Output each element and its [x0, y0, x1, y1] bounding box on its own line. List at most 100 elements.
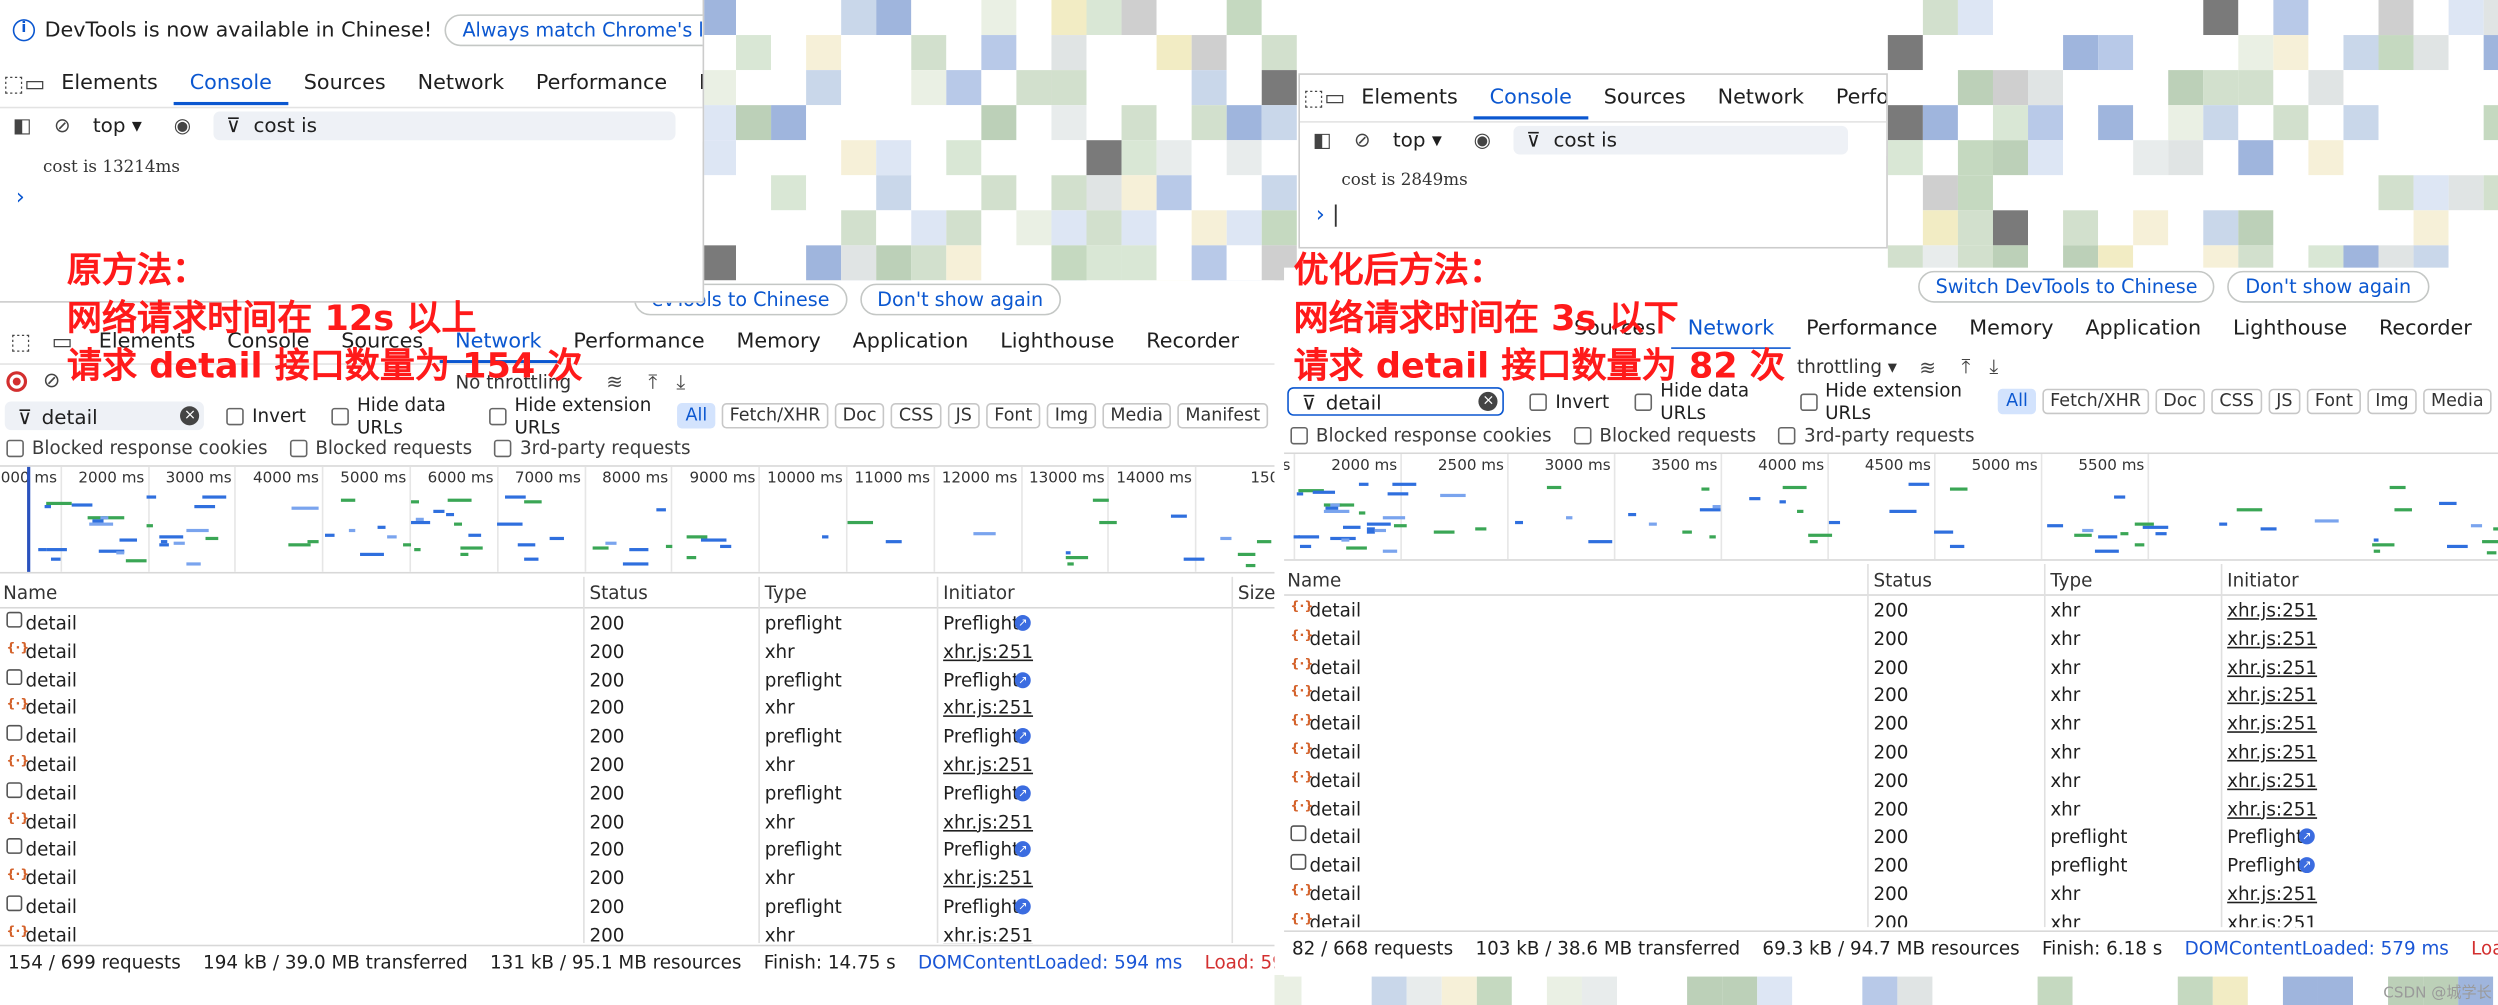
upload-icon[interactable]: ⤒ — [1961, 354, 1970, 379]
left-net-tab-application[interactable]: Application — [837, 322, 985, 363]
table-row[interactable]: {·} detail 200 xhr xhr.js:251 — [1284, 738, 2498, 767]
right-net-tab-application[interactable]: Application — [2069, 309, 2217, 350]
clear-filter-icon[interactable]: × — [180, 406, 200, 426]
type-filter-doc[interactable]: Doc — [834, 403, 885, 429]
left-console-tab-console[interactable]: Console — [173, 64, 288, 106]
column-header-size[interactable]: Size — [1238, 581, 1275, 603]
type-filter-doc[interactable]: Doc — [2155, 388, 2206, 415]
request-initiator[interactable]: xhr.js:251 — [943, 754, 1033, 776]
table-row[interactable]: {·} detail 200 xhr xhr.js:251 — [1284, 653, 2498, 682]
left-net-tab-lighthouse[interactable]: Lighthouse — [984, 322, 1130, 363]
table-row[interactable]: detail 200 preflight Preflight ↗ — [1284, 851, 2498, 880]
request-name[interactable]: detail — [1310, 769, 1362, 791]
table-row[interactable]: {·} detail 200 xhr xhr.js:251 — [1284, 794, 2498, 823]
download-icon[interactable]: ⤓ — [676, 369, 685, 394]
blocked-checkbox-0[interactable] — [6, 438, 24, 457]
left-console-tab-elements[interactable]: Elements — [45, 64, 173, 105]
table-row[interactable]: {·} detail 200 xhr xhr.js:251 — [1284, 879, 2498, 908]
sidebar-toggle-icon[interactable]: ◧ — [1313, 127, 1332, 151]
invert-checkbox[interactable] — [1529, 392, 1548, 411]
request-name[interactable]: detail — [25, 725, 77, 747]
table-row[interactable]: {·} detail 200 xhr xhr.js:251 — [0, 694, 1274, 723]
request-name[interactable]: detail — [25, 867, 77, 889]
request-initiator[interactable]: xhr.js:251 — [2227, 712, 2317, 734]
request-name[interactable]: detail — [1310, 599, 1362, 621]
request-name[interactable]: detail — [1310, 798, 1362, 820]
eye-icon[interactable]: ◉ — [174, 113, 191, 137]
context-select[interactable]: top ▾ — [93, 113, 142, 137]
inspect-icon[interactable]: ⬚ — [0, 322, 41, 363]
request-name[interactable]: detail — [25, 782, 77, 804]
right-dont-show-button[interactable]: Don't show again — [2227, 270, 2429, 303]
record-icon[interactable] — [6, 371, 28, 392]
right-console-tab-network[interactable]: Network — [1702, 78, 1820, 119]
left-console-tab-sources[interactable]: Sources — [288, 64, 402, 105]
table-row[interactable]: {·} detail 200 xhr xhr.js:251 — [0, 637, 1274, 666]
column-header-status[interactable]: Status — [1873, 569, 1931, 591]
table-row[interactable]: detail 200 preflight Preflight ↗ — [0, 609, 1274, 638]
throttling-select[interactable]: throttling ▾ — [1797, 355, 1897, 377]
request-initiator[interactable]: xhr.js:251 — [2227, 798, 2317, 820]
request-initiator[interactable]: xhr.js:251 — [943, 810, 1033, 832]
type-filter-js[interactable]: JS — [2268, 388, 2301, 415]
device-toggle-icon[interactable]: ▭ — [24, 64, 45, 105]
right-net-tab-memory[interactable]: Memory — [1953, 309, 2069, 350]
type-filter-media[interactable]: Media — [1102, 403, 1172, 429]
table-row[interactable]: {·} detail 200 xhr xhr.js:251 — [0, 920, 1274, 943]
request-name[interactable]: detail — [25, 924, 77, 943]
type-filter-js[interactable]: JS — [947, 403, 980, 429]
table-row[interactable]: detail 200 preflight Preflight ↗ — [0, 665, 1274, 694]
blocked-checkbox-0[interactable] — [1290, 426, 1308, 444]
request-initiator[interactable]: xhr.js:251 — [2227, 883, 2317, 905]
device-toggle-icon[interactable]: ▭ — [1324, 78, 1345, 119]
table-row[interactable]: detail 200 preflight Preflight ↗ — [0, 779, 1274, 808]
invert-checkbox[interactable] — [226, 407, 245, 425]
column-header-type[interactable]: Type — [765, 581, 807, 603]
preflight-link-icon[interactable]: ↗ — [1014, 898, 1031, 915]
request-initiator[interactable]: xhr.js:251 — [2227, 769, 2317, 791]
wifi-icon[interactable]: ≋ — [606, 370, 623, 394]
request-initiator[interactable]: xhr.js:251 — [2227, 741, 2317, 763]
request-initiator[interactable]: xhr.js:251 — [943, 697, 1033, 719]
request-name[interactable]: detail — [1310, 741, 1362, 763]
blocked-checkbox-2[interactable] — [1778, 426, 1797, 444]
type-filter-all[interactable]: All — [1998, 388, 2036, 415]
clear-filter-icon[interactable]: × — [1478, 391, 1498, 412]
table-row[interactable]: {·} detail 200 xhr xhr.js:251 — [1284, 908, 2498, 927]
request-name[interactable]: detail — [1310, 627, 1362, 649]
preflight-link-icon[interactable]: ↗ — [1014, 728, 1031, 745]
request-initiator[interactable]: xhr.js:251 — [943, 924, 1033, 943]
clear-console-icon[interactable]: ⊘ — [54, 113, 71, 137]
left-dont-show-button[interactable]: Don't show again — [859, 283, 1061, 316]
type-filter-all[interactable]: All — [677, 403, 716, 429]
table-row[interactable]: detail 200 preflight Preflight ↗ — [0, 835, 1274, 864]
blocked-checkbox-1[interactable] — [289, 438, 308, 457]
request-name[interactable]: detail — [25, 640, 77, 662]
left-net-tab-memory[interactable]: Memory — [721, 322, 837, 363]
blocked-checkbox-2[interactable] — [494, 438, 512, 457]
column-header-name[interactable]: Name — [1287, 569, 1341, 591]
type-filter-fetchxhr[interactable]: Fetch/XHR — [721, 403, 829, 429]
hide-data-checkbox[interactable] — [331, 407, 349, 425]
right-console-tab-sources[interactable]: Sources — [1588, 78, 1702, 119]
console-prompt[interactable]: › — [16, 185, 25, 210]
request-name[interactable]: detail — [1310, 911, 1362, 927]
preflight-link-icon[interactable]: ↗ — [1014, 841, 1031, 858]
left-console-tab-m[interactable]: M — [683, 64, 703, 105]
table-row[interactable]: detail 200 preflight Preflight ↗ — [0, 722, 1274, 751]
request-initiator[interactable]: xhr.js:251 — [943, 640, 1033, 662]
right-console-tab-perfo[interactable]: Perfo — [1820, 78, 1886, 119]
table-row[interactable]: {·} detail 200 xhr xhr.js:251 — [1284, 681, 2498, 710]
type-filter-img[interactable]: Img — [1046, 403, 1097, 429]
column-header-type[interactable]: Type — [2050, 569, 2092, 591]
table-row[interactable]: {·} detail 200 xhr xhr.js:251 — [1284, 709, 2498, 738]
request-name[interactable]: detail — [25, 810, 77, 832]
switch-devtools-button[interactable]: Switch DevTools to Chinese — [1918, 270, 2216, 303]
right-net-tab-performance[interactable]: Performance — [1790, 309, 1953, 350]
match-language-button[interactable]: Always match Chrome's language — [444, 14, 703, 47]
hide-ext-checkbox[interactable] — [1799, 392, 1818, 411]
preflight-link-icon[interactable]: ↗ — [1014, 671, 1031, 688]
request-initiator[interactable]: xhr.js:251 — [2227, 684, 2317, 706]
preflight-link-icon[interactable]: ↗ — [1014, 785, 1031, 802]
type-filter-fetchxhr[interactable]: Fetch/XHR — [2042, 388, 2149, 415]
